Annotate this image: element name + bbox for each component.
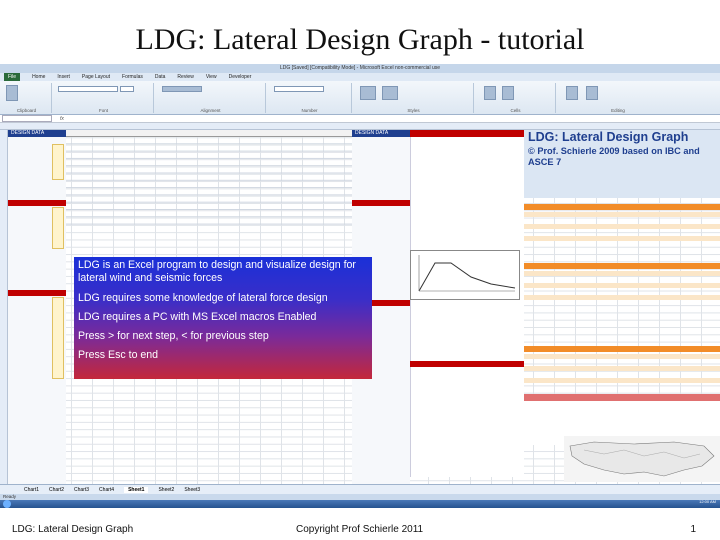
mid-design-header: DESIGN DATA [352,130,410,137]
info-line-4: Press > for next step, < for previous st… [78,330,269,342]
page-number: 1 [690,524,696,535]
fx-icon[interactable]: fx [60,116,64,122]
paste-icon[interactable] [6,85,18,101]
left-wind-band [8,290,66,296]
info-line-1: LDG is an Excel program to design and vi… [78,259,356,284]
left-input-cells[interactable] [52,144,64,180]
tab-home[interactable]: Home [32,74,45,80]
site-row [524,283,720,288]
font-size-select[interactable] [120,86,134,92]
sheet-tab-chart1[interactable]: Chart1 [24,487,39,493]
window-title: LDG [Saved] [Compatibility Mode] - Micro… [0,64,720,73]
seismic-block [410,137,524,477]
site-row [524,295,720,300]
conditional-format-icon[interactable] [360,86,376,100]
ribbon-group-styles: Styles [354,83,474,113]
ribbon: Clipboard Font Alignment Number Styles C… [0,81,720,115]
us-map [564,436,720,482]
insert-cells-icon[interactable] [484,86,496,100]
slide-title: LDG: Lateral Design Graph - tutorial [135,23,585,56]
sheet-tab-chart3[interactable]: Chart3 [74,487,89,493]
tab-file[interactable]: File [4,73,21,81]
site-coefficient-fa-header [524,204,720,210]
row-headers [0,130,8,484]
ribbon-group-font: Font [54,83,154,113]
footer-left: LDG: Lateral Design Graph [12,524,134,535]
tab-insert[interactable]: Insert [57,74,70,80]
tab-developer[interactable]: Developer [229,74,252,80]
site-coefficient-fv-header [524,263,720,269]
left-seismic-band [8,200,66,206]
name-box[interactable] [2,115,52,122]
info-line-5: Press Esc to end [78,349,159,361]
mid-seismic-band [352,200,410,206]
sheet-tab-chart2[interactable]: Chart2 [49,487,64,493]
occupancy-row [524,378,720,383]
number-format-select[interactable] [274,86,324,92]
ribbon-group-cells: Cells [476,83,556,113]
tab-review[interactable]: Review [177,74,193,80]
start-button-icon[interactable] [3,500,11,508]
occupancy-row [524,366,720,371]
info-box: LDG is an Excel program to design and vi… [74,257,372,379]
site-row [524,224,720,229]
map-icon [569,441,715,477]
brand-subtitle: © Prof. Schierle 2009 based on IBC and A… [528,146,700,167]
brand-title: LDG: Lateral Design Graph [528,130,689,144]
footer-copyright: Copyright Prof Schierle 2011 [296,524,424,535]
macro-note-band [524,394,720,401]
data-table-header [66,130,362,137]
formula-bar: fx [0,115,720,123]
left-seismic-inputs[interactable] [52,207,64,249]
format-table-icon[interactable] [382,86,398,100]
info-line-2: LDG requires some knowledge of lateral f… [78,292,328,304]
taskbar: 12:00 AM [0,500,720,508]
ribbon-group-number: Number [268,83,352,113]
ribbon-group-clipboard: Clipboard [2,83,52,113]
left-wind-inputs[interactable] [52,297,64,379]
tab-formulas[interactable]: Formulas [122,74,143,80]
slide-footer: LDG: Lateral Design Graph Copyright Prof… [0,520,720,540]
font-name-select[interactable] [58,86,118,92]
occupancy-row [524,354,720,359]
find-select-icon[interactable] [586,86,598,100]
left-design-header: DESIGN DATA [8,130,66,137]
data-table[interactable] [66,137,362,229]
wind-header [410,361,524,367]
sheet-tab-sheet1[interactable]: Sheet1 [124,486,149,493]
sheet-tab-sheet2[interactable]: Sheet2 [158,487,174,493]
taskbar-clock: 12:00 AM [699,499,716,504]
site-row [524,271,720,276]
sort-filter-icon[interactable] [566,86,578,100]
seismic-header [410,130,524,137]
tab-view[interactable]: View [206,74,217,80]
sheet-tabs: Chart1 Chart2 Chart3 Chart4 Sheet1 Sheet… [0,484,720,494]
site-row [524,212,720,217]
delete-cells-icon[interactable] [502,86,514,100]
ribbon-tabs: File Home Insert Page Layout Formulas Da… [0,73,720,81]
spectrum-curve [418,255,516,292]
ribbon-group-alignment: Alignment [156,83,266,113]
align-icon[interactable] [162,86,202,92]
site-row [524,236,720,241]
sheet-tab-sheet3[interactable]: Sheet3 [184,487,200,493]
design-response-spectrum [410,250,520,300]
column-headers [0,123,720,130]
tab-data[interactable]: Data [155,74,166,80]
occupancy-header [524,346,720,352]
tab-page-layout[interactable]: Page Layout [82,74,110,80]
info-line-3: LDG requires a PC with MS Excel macros E… [78,311,317,323]
sheet-tab-chart4[interactable]: Chart4 [99,487,114,493]
ribbon-group-editing: Editing [558,83,678,113]
